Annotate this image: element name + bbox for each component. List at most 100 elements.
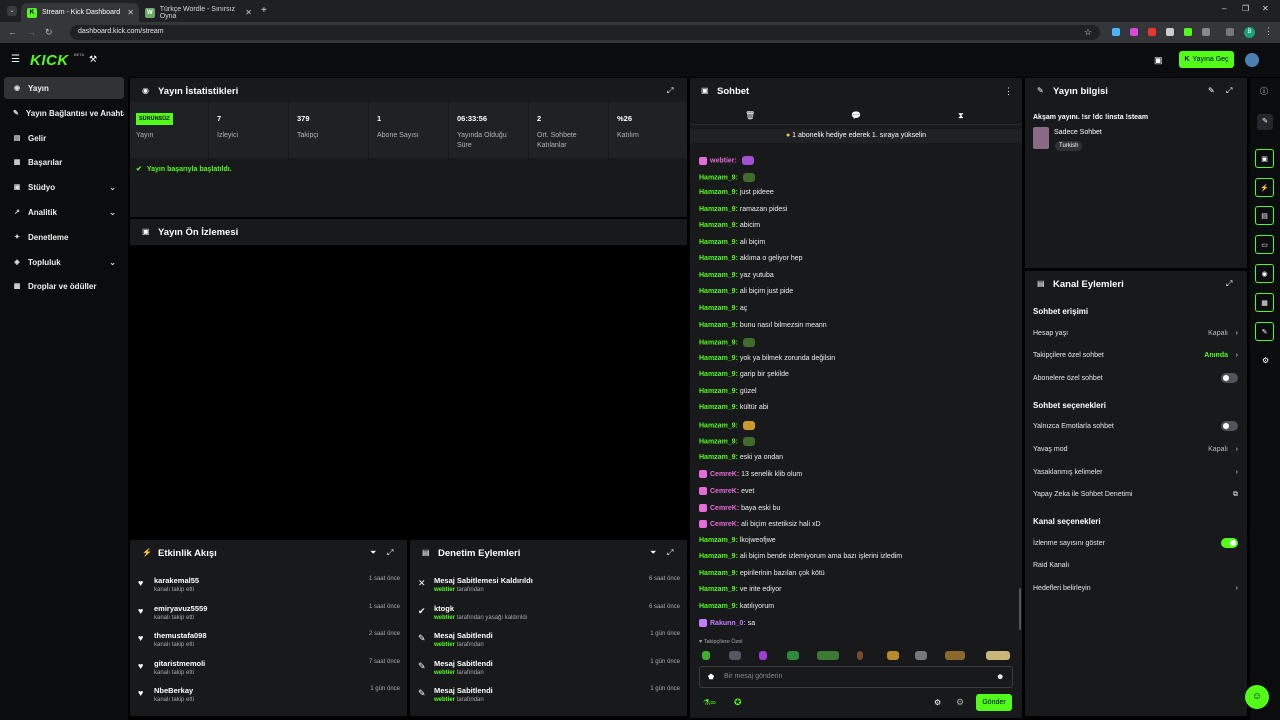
chat-input[interactable]: ⬟ Bir mesaj gönderin ☻ <box>699 666 1013 688</box>
chat-username[interactable]: CemreK: <box>710 504 739 511</box>
send-button[interactable]: Gönder <box>976 694 1012 711</box>
more-icon[interactable]: ⋮ <box>1004 86 1013 97</box>
activity-username[interactable]: emiryavuz5559 <box>154 604 207 613</box>
rail-lightning-icon[interactable]: ⚡ <box>1255 178 1274 197</box>
user-avatar[interactable] <box>1245 53 1259 67</box>
chat-username[interactable]: Hamzam_9: <box>699 288 738 295</box>
moderator-name[interactable]: webtier <box>434 670 455 676</box>
moderator-name[interactable]: webtier <box>434 615 455 621</box>
extension-icon[interactable] <box>1112 28 1120 36</box>
edit-icon[interactable]: ✎ <box>1257 114 1273 130</box>
chat-username[interactable]: Hamzam_9: <box>699 322 738 329</box>
emoji-icon[interactable]: ☻ <box>996 672 1004 681</box>
emote-only-toggle[interactable] <box>1221 421 1238 431</box>
reload-icon[interactable]: ↻ <box>45 27 53 38</box>
chat-username[interactable]: webtier: <box>710 157 737 164</box>
sidebar-item-basarilar[interactable]: ▦ Başarılar <box>4 151 124 173</box>
slow-mode-row[interactable]: Yavaş mod Kapalı › <box>1033 446 1238 453</box>
activity-username[interactable]: NbeBerkay <box>154 686 194 695</box>
activity-username[interactable]: karakemal55 <box>154 576 199 585</box>
filter-icon[interactable]: ⏷ <box>370 548 376 558</box>
rail-preview-icon[interactable]: ◉ <box>1255 264 1274 283</box>
moderator-name[interactable]: webtier <box>434 697 455 703</box>
bookmark-star-icon[interactable]: ☆ <box>1084 27 1092 38</box>
rail-stats-icon[interactable]: ▣ <box>1255 149 1274 168</box>
sidebar-item-stream-key[interactable]: ✎ Yayın Bağlantısı ve Anahtarı <box>4 102 124 124</box>
activity-username[interactable]: gitaristmemoli <box>154 659 205 668</box>
extension-icon[interactable] <box>1184 28 1192 36</box>
chat-username[interactable]: CemreK: <box>710 471 739 478</box>
back-icon[interactable]: ← <box>8 27 17 37</box>
emote-icon[interactable] <box>787 651 799 660</box>
tab-search-icon[interactable]: ⌄ <box>7 6 17 16</box>
bot-icon[interactable]: ⚙ <box>956 697 964 708</box>
address-bar[interactable]: dashboard.kick.com/stream ☆ <box>70 25 1100 40</box>
chat-username[interactable]: Hamzam_9: <box>699 355 738 362</box>
rail-channel-icon[interactable]: ▦ <box>1255 293 1274 312</box>
sidebar-item-topluluk[interactable]: ◈ Topluluk ⌄ <box>4 251 124 273</box>
chat-username[interactable]: Hamzam_9: <box>699 454 738 461</box>
show-viewers-toggle[interactable] <box>1221 538 1238 548</box>
tab-kick-dashboard[interactable]: K Stream - Kick Dashboard ✕ <box>21 3 139 22</box>
gift-sub-banner[interactable]: ● 1 abonelik hediye ederek 1. sıraya yük… <box>690 129 1022 143</box>
rail-chat-icon[interactable]: ▭ <box>1255 235 1274 254</box>
forward-icon[interactable]: → <box>27 27 36 37</box>
chat-stats-icon[interactable]: ⚗∞ <box>703 698 716 707</box>
chat-username[interactable]: Hamzam_9: <box>699 305 738 312</box>
emote-icon[interactable] <box>702 651 710 660</box>
chat-username[interactable]: Rakunn_0: <box>710 620 746 627</box>
rail-wrench-icon[interactable]: ✎ <box>1255 322 1274 341</box>
extension-icon[interactable] <box>1148 28 1156 36</box>
hammer-icon[interactable]: ⚒ <box>89 54 97 65</box>
sidebar-item-analitik[interactable]: ↗ Analitik ⌄ <box>4 201 124 223</box>
rail-list-icon[interactable]: ▤ <box>1255 206 1274 225</box>
kick-logo[interactable]: KICK <box>30 52 69 69</box>
moderator-name[interactable]: webtier <box>434 642 455 648</box>
ai-moderation-row[interactable]: Yapay Zeka ile Sohbet Denetimi ⧉ <box>1033 491 1238 498</box>
wallet-icon[interactable]: ▣ <box>1154 55 1163 66</box>
chat-username[interactable]: Hamzam_9: <box>699 174 738 181</box>
sidepanel-icon[interactable] <box>1226 28 1234 36</box>
extension-icon[interactable] <box>1130 28 1138 36</box>
banned-words-row[interactable]: Yasaklanmış kelimeler › <box>1033 469 1238 476</box>
raid-row[interactable]: Raid Kanalı <box>1033 562 1238 569</box>
chat-username[interactable]: CemreK: <box>710 521 739 528</box>
expand-icon[interactable]: ⤢ <box>1226 279 1232 289</box>
close-tab-icon[interactable]: ✕ <box>127 8 134 17</box>
chat-username[interactable]: Hamzam_9: <box>699 255 738 262</box>
chat-username[interactable]: CemreK: <box>710 488 739 495</box>
speech-bubble-icon[interactable]: 💬 <box>851 111 861 120</box>
emote-icon[interactable] <box>817 651 839 660</box>
hourglass-icon[interactable]: ⧗ <box>958 111 964 121</box>
minimize-icon[interactable]: – <box>1222 4 1226 13</box>
chat-username[interactable]: Hamzam_9: <box>699 189 738 196</box>
emote-icon[interactable] <box>915 651 927 660</box>
targets-row[interactable]: Hedefleri belirleyin › <box>1033 585 1238 592</box>
profile-avatar[interactable]: B <box>1244 27 1255 38</box>
account-age-row[interactable]: Hesap yaşı Kapalı › <box>1033 330 1238 337</box>
chat-username[interactable]: Hamzam_9: <box>699 222 738 229</box>
chat-scrollbar[interactable] <box>1019 588 1021 630</box>
trash-icon[interactable]: 🗑 <box>745 111 755 120</box>
moderator-name[interactable]: webtier <box>434 587 455 593</box>
expand-icon[interactable]: ⤢ <box>667 548 673 558</box>
edit-icon[interactable]: ✎ <box>1208 86 1215 95</box>
chat-username[interactable]: Hamzam_9: <box>699 371 738 378</box>
sidebar-item-denetleme[interactable]: ✦ Denetleme <box>4 226 124 248</box>
emote-icon[interactable] <box>729 651 741 660</box>
chat-username[interactable]: Hamzam_9: <box>699 239 738 246</box>
sidebar-item-yayin[interactable]: ◉ Yayın <box>4 77 124 99</box>
video-preview[interactable] <box>130 245 687 537</box>
tab-wordle[interactable]: W Türkçe Wordle - Sınırsız Oyna ✕ <box>139 3 257 22</box>
emote-icon[interactable] <box>857 651 863 660</box>
extension-icon[interactable] <box>1166 28 1174 36</box>
rail-settings-icon[interactable]: ⚙ <box>1262 356 1269 365</box>
emote-icon[interactable] <box>759 651 767 660</box>
close-window-icon[interactable]: ✕ <box>1262 4 1269 13</box>
expand-icon[interactable]: ⤢ <box>387 548 393 558</box>
subscribers-chat-toggle[interactable] <box>1221 373 1238 383</box>
sidebar-item-studyo[interactable]: ▣ Stüdyo ⌄ <box>4 176 124 198</box>
chat-username[interactable]: Hamzam_9: <box>699 570 738 577</box>
go-live-button[interactable]: K Yayına Geç <box>1179 51 1234 68</box>
close-tab-icon[interactable]: ✕ <box>245 8 252 17</box>
